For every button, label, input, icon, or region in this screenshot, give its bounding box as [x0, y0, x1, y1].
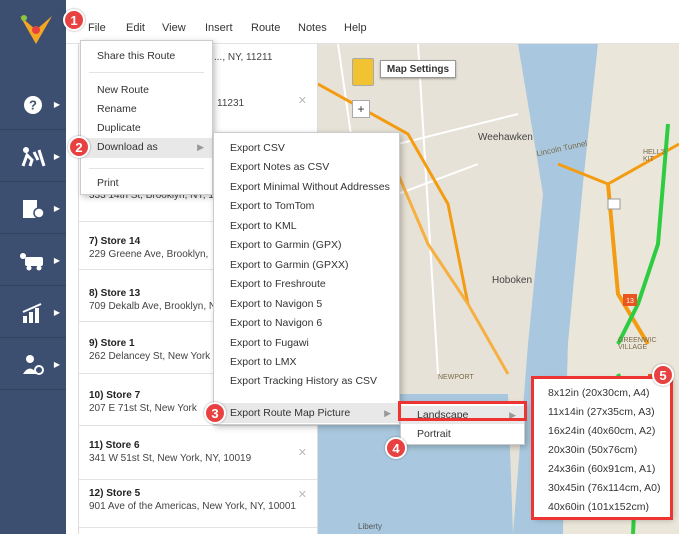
- menu-item-label: Export Route Map Picture: [230, 407, 351, 419]
- menu-item-duplicate[interactable]: Duplicate: [81, 122, 212, 134]
- download-submenu: Export CSV Export Notes as CSV Export Mi…: [213, 132, 400, 425]
- menu-item-new-route[interactable]: New Route: [81, 84, 212, 96]
- menu-item-label: Download as: [97, 141, 158, 153]
- map-label: HELL'S KIT: [643, 149, 667, 163]
- file-menu: Share this Route New Route Rename Duplic…: [80, 40, 213, 195]
- chevron-right-icon: ▶: [384, 408, 391, 418]
- menu-item-export-freshroute[interactable]: Export to Freshroute: [214, 278, 399, 290]
- menu-item-export-map-picture[interactable]: Export Route Map Picture ▶: [214, 403, 399, 423]
- menu-edit[interactable]: Edit: [126, 22, 145, 34]
- chevron-right-icon: ▶: [53, 256, 60, 265]
- chevron-right-icon: ▶: [53, 152, 60, 161]
- app-sidebar: ? ▶ ▶ ▶ ▶ ▶ ▶: [0, 0, 66, 534]
- map-label: Weehawken: [478, 132, 533, 143]
- map-label: GREENWIC VILLAGE: [618, 337, 657, 351]
- chevron-right-icon: ▶: [53, 360, 60, 369]
- menu-item-share-route[interactable]: Share this Route: [81, 50, 212, 62]
- street-view-pegman-icon[interactable]: [352, 58, 374, 86]
- zoom-in-button[interactable]: +: [352, 100, 370, 118]
- list-item[interactable]: 12) Store 5 901 Ave of the Americas, New…: [79, 480, 317, 528]
- stops-button[interactable]: ▶: [0, 184, 66, 234]
- menu-item-export-notes-csv[interactable]: Export Notes as CSV: [214, 161, 399, 173]
- menu-notes[interactable]: Notes: [298, 22, 327, 34]
- menu-item-export-tracking-csv[interactable]: Export Tracking History as CSV: [214, 375, 399, 387]
- map-label: NEWPORT: [438, 374, 474, 381]
- menu-help[interactable]: Help: [344, 22, 367, 34]
- menu-insert[interactable]: Insert: [205, 22, 233, 34]
- user-settings-icon: [23, 354, 44, 375]
- route-button[interactable]: ▶: [0, 132, 66, 182]
- app-logo[interactable]: [18, 12, 54, 48]
- map-label: Liberty: [358, 522, 383, 531]
- menu-item-portrait[interactable]: Portrait: [401, 428, 524, 440]
- user-settings-button[interactable]: ▶: [0, 340, 66, 390]
- route-icon: [21, 146, 46, 167]
- help-icon: ?: [24, 95, 42, 114]
- menu-item-export-kml[interactable]: Export to KML: [214, 220, 399, 232]
- analytics-icon: [22, 302, 42, 323]
- step-callout: 4: [385, 437, 407, 459]
- map-label: Hoboken: [492, 275, 533, 286]
- analytics-button[interactable]: ▶: [0, 288, 66, 338]
- menu-item-export-lmx[interactable]: Export to LMX: [214, 356, 399, 368]
- highlight-box: [398, 401, 527, 421]
- remove-stop-icon[interactable]: ✕: [298, 488, 307, 501]
- step-callout: 1: [63, 9, 85, 31]
- menu-item-export-gpxx[interactable]: Export to Garmin (GPXX): [214, 259, 399, 271]
- menubar: File Edit View Insert Route Notes Help: [66, 10, 679, 44]
- menu-item-export-fugawi[interactable]: Export to Fugawi: [214, 337, 399, 349]
- partial-address: 11231: [217, 98, 245, 109]
- menu-item-export-minimal[interactable]: Export Minimal Without Addresses: [214, 181, 399, 193]
- menu-item-download-as[interactable]: Download as ▶: [81, 138, 212, 158]
- menu-view[interactable]: View: [162, 22, 186, 34]
- menu-item-rename[interactable]: Rename: [81, 103, 212, 115]
- svg-text:13: 13: [626, 298, 634, 305]
- step-callout: 2: [68, 136, 90, 158]
- list-item[interactable]: 11) Store 6 341 W 51st St, New York, NY,…: [79, 432, 317, 480]
- chevron-right-icon: ▶: [53, 100, 60, 109]
- highlight-box: [531, 376, 673, 520]
- map-settings-button[interactable]: Map Settings: [380, 60, 456, 78]
- menu-item-export-gpx[interactable]: Export to Garmin (GPX): [214, 239, 399, 251]
- help-button[interactable]: ? ▶: [0, 80, 66, 130]
- team-button[interactable]: ▶: [0, 236, 66, 286]
- menu-item-print[interactable]: Print: [81, 177, 212, 189]
- remove-stop-icon[interactable]: ✕: [298, 94, 307, 107]
- stops-icon: [23, 199, 45, 219]
- chevron-right-icon: ▶: [53, 308, 60, 317]
- menu-item-export-navigon6[interactable]: Export to Navigon 6: [214, 317, 399, 329]
- partial-address: ..., NY, 11211: [214, 52, 273, 63]
- step-callout: 3: [204, 402, 226, 424]
- menu-item-export-csv[interactable]: Export CSV: [214, 142, 399, 154]
- menu-separator: [89, 168, 204, 169]
- team-icon: [20, 252, 43, 270]
- menu-item-export-tomtom[interactable]: Export to TomTom: [214, 200, 399, 212]
- chevron-right-icon: ▶: [197, 142, 204, 152]
- menu-file[interactable]: File: [88, 22, 106, 34]
- menu-separator: [89, 72, 204, 73]
- step-callout: 5: [652, 364, 674, 386]
- menu-route[interactable]: Route: [251, 22, 280, 34]
- remove-stop-icon[interactable]: ✕: [298, 446, 307, 459]
- svg-text:?: ?: [29, 97, 37, 112]
- chevron-right-icon: ▶: [53, 204, 60, 213]
- menu-item-export-navigon5[interactable]: Export to Navigon 5: [214, 298, 399, 310]
